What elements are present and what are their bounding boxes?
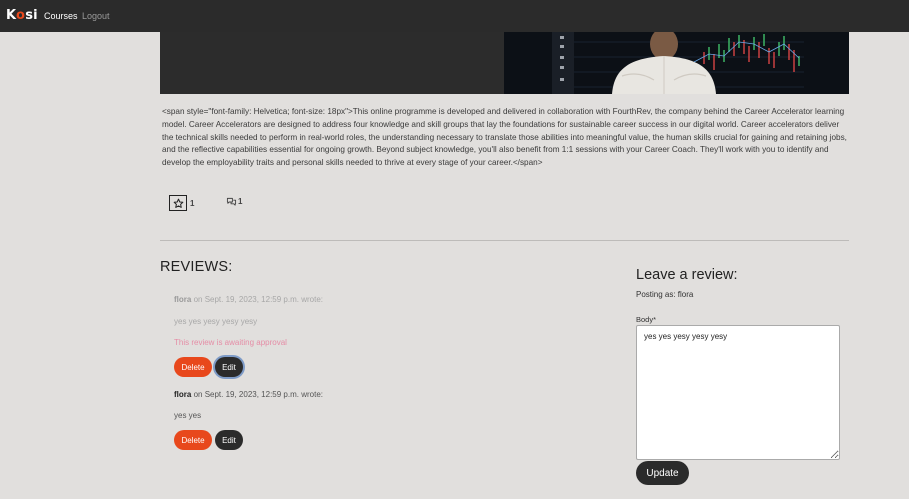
divider (160, 240, 849, 241)
delete-review-button[interactable]: Delete (174, 430, 212, 450)
trader-photo (504, 32, 849, 94)
course-image (160, 32, 849, 94)
review-author: flora (174, 295, 192, 304)
update-button[interactable]: Update (636, 461, 689, 485)
review-body-field[interactable]: yes yes yesy yesy yesy (636, 325, 840, 460)
edit-review-button[interactable]: Edit (215, 357, 243, 377)
leave-review-heading: Leave a review: (636, 267, 738, 283)
comments-icon (226, 197, 237, 206)
body-field-label: Body* (636, 315, 657, 324)
review-status: This review is awaiting approval (174, 338, 287, 347)
nav-link-courses[interactable]: Courses (44, 11, 78, 21)
review-date: on Sept. 19, 2023, 12:59 p.m. wrote: (191, 295, 323, 304)
edit-review-button[interactable]: Edit (215, 430, 243, 450)
review-date: on Sept. 19, 2023, 12:59 p.m. wrote: (191, 390, 323, 399)
review-meta: flora on Sept. 19, 2023, 12:59 p.m. wrot… (174, 295, 323, 304)
star-count: 1 (190, 199, 195, 208)
nav-link-logout[interactable]: Logout (82, 11, 110, 21)
brand-logo[interactable]: Kosi (6, 8, 38, 23)
comment-count: 1 (238, 197, 243, 206)
star-icon (173, 198, 184, 208)
course-description: <span style="font-family: Helvetica; fon… (162, 107, 847, 168)
review-meta: flora on Sept. 19, 2023, 12:59 p.m. wrot… (174, 390, 323, 399)
delete-review-button[interactable]: Delete (174, 357, 212, 377)
reviews-heading: REVIEWS: (160, 259, 233, 275)
posting-as-label: Posting as: flora (636, 290, 694, 299)
review-body: yes yes yesy yesy yesy (174, 317, 258, 326)
review-author: flora (174, 390, 192, 399)
review-body: yes yes (174, 411, 202, 420)
star-button[interactable] (169, 195, 187, 211)
navbar: Kosi Courses Logout (0, 0, 909, 32)
